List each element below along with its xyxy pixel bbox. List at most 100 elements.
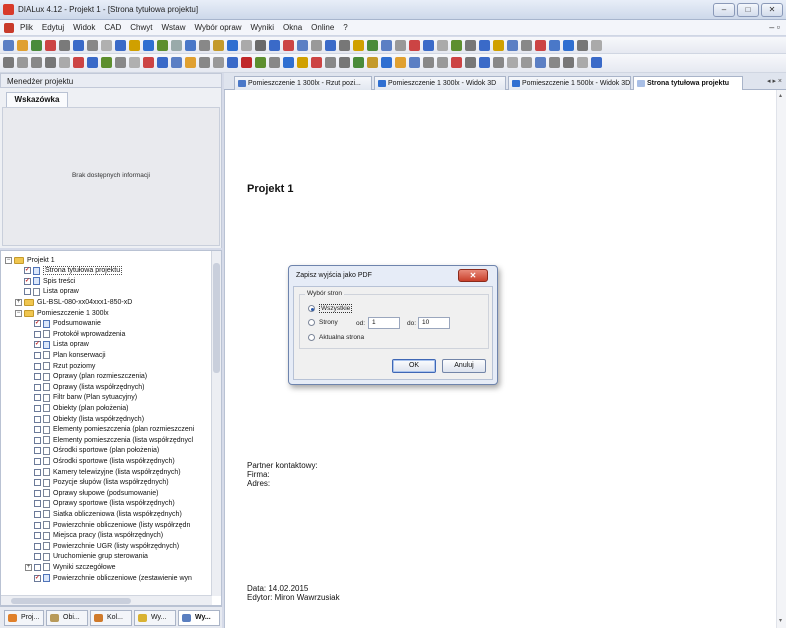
tree-checkbox[interactable] (34, 479, 41, 487)
cad-tool-button[interactable] (367, 57, 378, 68)
cad-tool-button[interactable] (45, 57, 56, 68)
tree-checkbox[interactable] (34, 404, 41, 412)
tree-item[interactable]: Elementy pomieszczenia (lista współrzędn… (25, 435, 193, 445)
tab-room1-300-3d[interactable]: Pomieszczenie 1 300lx - Widok 3D (374, 76, 506, 90)
menu-item[interactable]: Wyniki (251, 23, 274, 32)
tree-item[interactable]: Rzut poziomy (25, 361, 95, 371)
cad-tool-button[interactable] (185, 57, 196, 68)
menu-item[interactable]: Chwyt (130, 23, 152, 32)
cad-tool-button[interactable] (73, 57, 84, 68)
toolbar-button[interactable] (591, 40, 602, 51)
menu-item[interactable]: Wstaw (161, 23, 185, 32)
tree-item[interactable]: Oprawy słupowe (podsumowanie) (25, 488, 158, 498)
cad-tool-button[interactable] (59, 57, 70, 68)
cad-tool-button[interactable] (339, 57, 350, 68)
scroll-down-arrow[interactable]: ▾ (779, 617, 782, 624)
tree-item[interactable]: ✓ Spis treści (15, 276, 75, 286)
cad-tool-button[interactable] (17, 57, 28, 68)
cad-tool-button[interactable] (353, 57, 364, 68)
toolbar-button[interactable] (45, 40, 56, 51)
tree-item[interactable]: − Pomieszczenie 1 300lx (15, 308, 109, 318)
tree-item[interactable]: ✓ Powierzchnie obliczeniowe (zestawienie … (25, 573, 192, 583)
cad-tool-button[interactable] (423, 57, 434, 68)
cad-tool-button[interactable] (535, 57, 546, 68)
cad-tool-button[interactable] (227, 57, 238, 68)
cad-tool-button[interactable] (283, 57, 294, 68)
tree-item[interactable]: Uruchomienie grup sterowania (25, 552, 148, 562)
collapse-icon[interactable]: − (5, 256, 12, 264)
tree-checkbox[interactable] (34, 563, 41, 571)
toolbar-button[interactable] (395, 40, 406, 51)
tree-item[interactable]: Protokół wprowadzenia (25, 329, 125, 339)
cad-tool-button[interactable] (381, 57, 392, 68)
tree-item[interactable]: Powierzchnie obliczeniowe (listy współrz… (25, 520, 190, 530)
toolbar-button[interactable] (563, 40, 574, 51)
cad-tool-button[interactable] (437, 57, 448, 68)
tree-checkbox[interactable] (34, 542, 41, 550)
cad-tool-button[interactable] (465, 57, 476, 68)
scroll-up-arrow[interactable]: ▴ (779, 92, 782, 99)
toolbar-button[interactable] (129, 40, 140, 51)
expand-icon[interactable]: + (25, 563, 32, 571)
cad-tool-button[interactable] (101, 57, 112, 68)
toolbar-button[interactable] (479, 40, 490, 51)
toolbar-button[interactable] (507, 40, 518, 51)
toolbar-button[interactable] (227, 40, 238, 51)
toolbar-button[interactable] (297, 40, 308, 51)
tree-checkbox[interactable] (34, 394, 41, 402)
cad-tool-button[interactable] (507, 57, 518, 68)
tab-colors[interactable]: Kol... (90, 610, 132, 626)
tree-checkbox[interactable] (24, 288, 31, 296)
tree-item[interactable]: + Wyniki szczegółowe (25, 562, 116, 572)
cad-tool-button[interactable] (31, 57, 42, 68)
tree-item[interactable]: + GL-BSL-080-xx04xxx1-850-xD (15, 297, 132, 307)
tree-item[interactable]: Miejsca pracy (lista współrzędnych) (25, 531, 163, 541)
toolbar-button[interactable] (87, 40, 98, 51)
tree-vertical-scrollbar[interactable] (211, 251, 221, 596)
radio-button[interactable] (308, 319, 315, 326)
maximize-button[interactable]: □ (737, 3, 759, 17)
mdi-window-controls[interactable]: – ▫ (769, 22, 780, 32)
cad-tool-button[interactable] (311, 57, 322, 68)
tree-checkbox[interactable] (34, 447, 41, 455)
toolbar-button[interactable] (535, 40, 546, 51)
tab-hint[interactable]: Wskazówka (6, 92, 68, 107)
tree-checkbox[interactable] (34, 510, 41, 518)
tree-item[interactable]: Kamery telewizyjne (lista współrzędnych) (25, 467, 181, 477)
tree-checkbox[interactable] (34, 489, 41, 497)
toolbar-button[interactable] (73, 40, 84, 51)
cad-tool-button[interactable] (199, 57, 210, 68)
toolbar-button[interactable] (255, 40, 266, 51)
tree-checkbox[interactable]: ✓ (34, 574, 41, 582)
menu-item[interactable]: Online (311, 23, 334, 32)
toolbar-button[interactable] (311, 40, 322, 51)
cad-tool-button[interactable] (521, 57, 532, 68)
tree-checkbox[interactable]: ✓ (34, 320, 41, 328)
menu-item[interactable]: Plik (20, 23, 33, 32)
document-scrollbar[interactable]: ▴ ▾ (776, 90, 786, 628)
cad-tool-button[interactable] (87, 57, 98, 68)
toolbar-button[interactable] (493, 40, 504, 51)
tab-project[interactable]: Proj... (4, 610, 44, 626)
cad-tool-button[interactable] (493, 57, 504, 68)
close-button[interactable]: ✕ (761, 3, 783, 17)
cad-tool-button[interactable] (451, 57, 462, 68)
tree-checkbox[interactable] (34, 426, 41, 434)
radio-pages[interactable]: Strony (308, 319, 338, 326)
tree-checkbox[interactable]: ✓ (24, 267, 31, 275)
toolbar-button[interactable] (31, 40, 42, 51)
tree-checkbox[interactable] (34, 457, 41, 465)
tree-checkbox[interactable] (34, 553, 41, 561)
tree-checkbox[interactable] (34, 436, 41, 444)
cad-tool-button[interactable] (549, 57, 560, 68)
radio-button[interactable] (308, 334, 315, 341)
toolbar-button[interactable] (339, 40, 350, 51)
cad-tool-button[interactable] (3, 57, 14, 68)
tree-checkbox[interactable]: ✓ (24, 277, 31, 285)
toolbar-button[interactable] (143, 40, 154, 51)
toolbar-button[interactable] (101, 40, 112, 51)
toolbar-button[interactable] (325, 40, 336, 51)
tree-item[interactable]: Powierzchnie UGR (listy współrzędnych) (25, 541, 179, 551)
toolbar-button[interactable] (115, 40, 126, 51)
cad-tool-button[interactable] (143, 57, 154, 68)
